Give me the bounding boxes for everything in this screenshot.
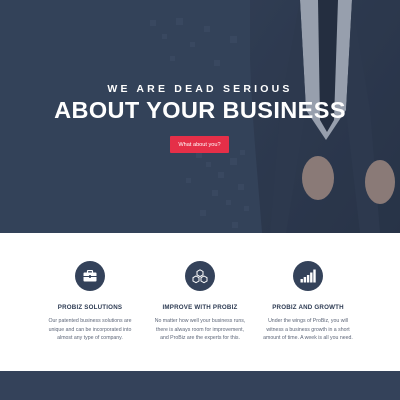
feature-icon-circle: [75, 261, 105, 291]
feature-icon-circle: [293, 261, 323, 291]
cubes-icon: [192, 268, 208, 283]
feature-title: PROBIZ SOLUTIONS: [57, 304, 123, 311]
bar-chart-icon: [300, 269, 316, 283]
feature-desc-line: almost any type of company.: [57, 335, 123, 342]
footer-band: [0, 371, 400, 400]
hero-content: WE ARE DEAD SERIOUS ABOUT YOUR BUSINESS …: [0, 0, 400, 233]
hero-kicker: WE ARE DEAD SERIOUS: [107, 83, 293, 95]
feature-description: No matter how well your business runs, t…: [140, 317, 260, 343]
feature-desc-line: there is always room for improvement,: [156, 326, 244, 333]
hero-headline: ABOUT YOUR BUSINESS: [54, 97, 346, 123]
feature-desc-line: Our patented business solutions are: [48, 318, 132, 324]
feature-description: Under the wings of ProBiz, you will witn…: [248, 317, 368, 343]
feature-desc-line: unique and can be incorporated into: [48, 326, 132, 333]
what-about-you-button[interactable]: What about you?: [170, 136, 229, 153]
hero-section: WE ARE DEAD SERIOUS ABOUT YOUR BUSINESS …: [0, 0, 400, 233]
feature-icon-circle: [185, 261, 215, 291]
feature-desc-line: amount of time. A week is all you need.: [263, 335, 353, 342]
feature-desc-line: and ProBiz are the experts for this.: [160, 335, 240, 342]
feature-desc-line: witness a business growth in a short: [266, 326, 350, 333]
feature-desc-line: No matter how well your business runs,: [154, 318, 246, 324]
feature-description: Our patented business solutions are uniq…: [30, 317, 150, 343]
features-section: PROBIZ SOLUTIONS Our patented business s…: [0, 233, 400, 371]
briefcase-icon: [83, 270, 97, 282]
feature-title: IMPROVE WITH PROBIZ: [162, 304, 238, 311]
feature-desc-line: Under the wings of ProBiz, you will: [268, 318, 348, 324]
feature-title: PROBIZ AND GROWTH: [272, 304, 344, 311]
